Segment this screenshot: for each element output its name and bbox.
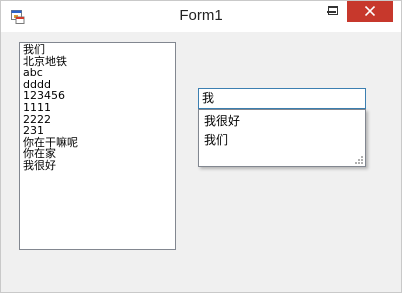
- items-listbox[interactable]: 我们 北京地铁 abc dddd 123456 1111 2222 231 你在…: [19, 42, 176, 250]
- list-item[interactable]: 北京地铁: [23, 55, 172, 68]
- suggestion-item[interactable]: 我很好: [199, 112, 365, 131]
- autocomplete-textbox[interactable]: 我: [198, 88, 366, 109]
- list-item[interactable]: 我很好: [23, 160, 172, 172]
- title-bar[interactable]: Form1: [1, 1, 401, 32]
- close-button[interactable]: [347, 1, 393, 22]
- autocomplete-dropdown: 我很好 我们: [198, 109, 366, 167]
- list-item[interactable]: 231: [23, 125, 172, 137]
- suggestion-item[interactable]: 我们: [199, 131, 365, 150]
- resize-grip-icon[interactable]: [354, 155, 364, 165]
- close-icon: [365, 6, 375, 16]
- maximize-icon: [328, 6, 338, 15]
- list-item[interactable]: 2222: [23, 113, 172, 126]
- list-item[interactable]: 1111: [23, 102, 172, 114]
- maximize-button[interactable]: [319, 1, 347, 22]
- list-item[interactable]: 我们: [23, 44, 172, 56]
